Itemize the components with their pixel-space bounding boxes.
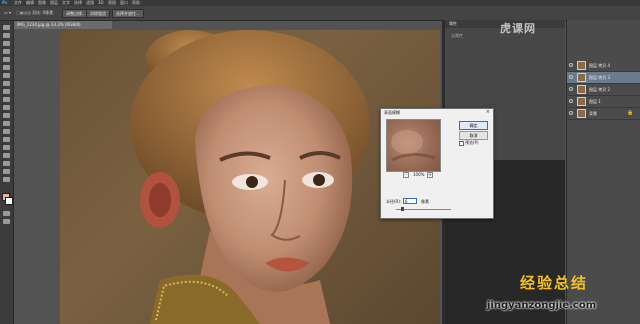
layer-name: 图层 1: [589, 99, 601, 104]
preview-skin-detail: [391, 130, 436, 162]
layer-thumbnail: [577, 73, 586, 82]
options-bar: ▭ ▾ ▢▣▤▥ 羽化: 0像素 调整边缘... 消除锯齿 选择并遮住...: [0, 6, 640, 21]
layer-thumbnail: [577, 97, 586, 106]
brand-watermark: 虎课网: [500, 22, 536, 35]
brush-tool-icon[interactable]: [3, 81, 10, 86]
site-watermark-url: jingyanzongjie.com: [487, 300, 597, 311]
background-color-swatch[interactable]: [5, 197, 13, 205]
anti-alias-toggle[interactable]: 消除锯齿: [86, 9, 110, 18]
screen-mode-icon[interactable]: [3, 219, 10, 224]
layer-thumbnail: [577, 85, 586, 94]
lock-icon: 🔒: [627, 110, 634, 116]
selection-mode-icons[interactable]: ▢▣▤▥: [16, 10, 31, 15]
path-select-tool-icon[interactable]: [3, 153, 10, 158]
visibility-eye-icon[interactable]: [569, 63, 573, 67]
layer-row[interactable]: 背景 🔒: [567, 108, 640, 120]
document-tab[interactable]: IMG_1234.jpg @ 33.3% (RGB/8): [14, 21, 112, 29]
layer-name: 图层 拷贝 4: [589, 63, 611, 68]
radius-unit: 像素: [421, 199, 429, 204]
layer-name: 背景: [589, 111, 597, 116]
type-tool-icon[interactable]: [3, 145, 10, 150]
quick-select-tool-icon[interactable]: [3, 49, 10, 54]
move-tool-icon[interactable]: [3, 25, 10, 30]
eyedropper-tool-icon[interactable]: [3, 65, 10, 70]
tool-preset-icon[interactable]: ▭ ▾: [4, 10, 11, 15]
dialog-title: 表面模糊: [384, 110, 400, 115]
ok-button[interactable]: 确定: [459, 121, 488, 130]
layer-row[interactable]: 图层 拷贝 2: [567, 84, 640, 96]
surface-blur-dialog: 表面模糊 × 确定 取消 预览(P) - 100% + 半径(R): 6 像素: [380, 108, 494, 219]
select-and-mask-button[interactable]: 选择并遮住...: [112, 9, 144, 18]
dodge-tool-icon[interactable]: [3, 129, 10, 134]
layer-row[interactable]: 图层 1: [567, 96, 640, 108]
cancel-button[interactable]: 取消: [459, 131, 488, 140]
crop-tool-icon[interactable]: [3, 57, 10, 62]
marquee-tool-icon[interactable]: [3, 33, 10, 38]
properties-hint: 无属性: [451, 33, 463, 38]
close-icon[interactable]: ×: [486, 109, 490, 115]
blur-tool-icon[interactable]: [3, 121, 10, 126]
preview-label: 预览(P): [465, 140, 479, 145]
layer-row[interactable]: 图层 拷贝 4: [567, 60, 640, 72]
feather-label: 羽化: 0像素: [32, 10, 54, 15]
zoom-percentage: 100%: [413, 172, 425, 177]
layer-thumbnail: [577, 61, 586, 70]
healing-brush-tool-icon[interactable]: [3, 73, 10, 78]
lasso-tool-icon[interactable]: [3, 41, 10, 46]
preview-checkbox[interactable]: [459, 141, 464, 146]
layer-row-selected[interactable]: 图层 拷贝 3: [567, 72, 640, 84]
radius-input[interactable]: 6: [403, 198, 417, 204]
layer-name: 图层 拷贝 2: [589, 87, 611, 92]
layer-name: 图层 拷贝 3: [589, 75, 611, 80]
visibility-eye-icon[interactable]: [569, 87, 573, 91]
radius-slider-thumb[interactable]: [401, 207, 404, 211]
visibility-eye-icon[interactable]: [569, 75, 573, 79]
visibility-eye-icon[interactable]: [569, 111, 573, 115]
zoom-in-button[interactable]: +: [427, 172, 433, 178]
clone-stamp-tool-icon[interactable]: [3, 89, 10, 94]
radius-label: 半径(R):: [386, 199, 402, 204]
layer-thumbnail: [577, 109, 586, 118]
radius-slider-track[interactable]: [396, 209, 451, 210]
toolbox: [0, 21, 14, 324]
shape-tool-icon[interactable]: [3, 161, 10, 166]
properties-title: 属性: [449, 21, 457, 26]
pen-tool-icon[interactable]: [3, 137, 10, 142]
zoom-tool-icon[interactable]: [3, 177, 10, 182]
site-watermark-text: 经验总结: [520, 274, 589, 292]
eraser-tool-icon[interactable]: [3, 105, 10, 110]
hand-tool-icon[interactable]: [3, 169, 10, 174]
zoom-out-button[interactable]: -: [403, 172, 409, 178]
visibility-eye-icon[interactable]: [569, 99, 573, 103]
gradient-tool-icon[interactable]: [3, 113, 10, 118]
history-brush-tool-icon[interactable]: [3, 97, 10, 102]
quick-mask-icon[interactable]: [3, 211, 10, 216]
filter-preview-image[interactable]: [386, 119, 441, 172]
